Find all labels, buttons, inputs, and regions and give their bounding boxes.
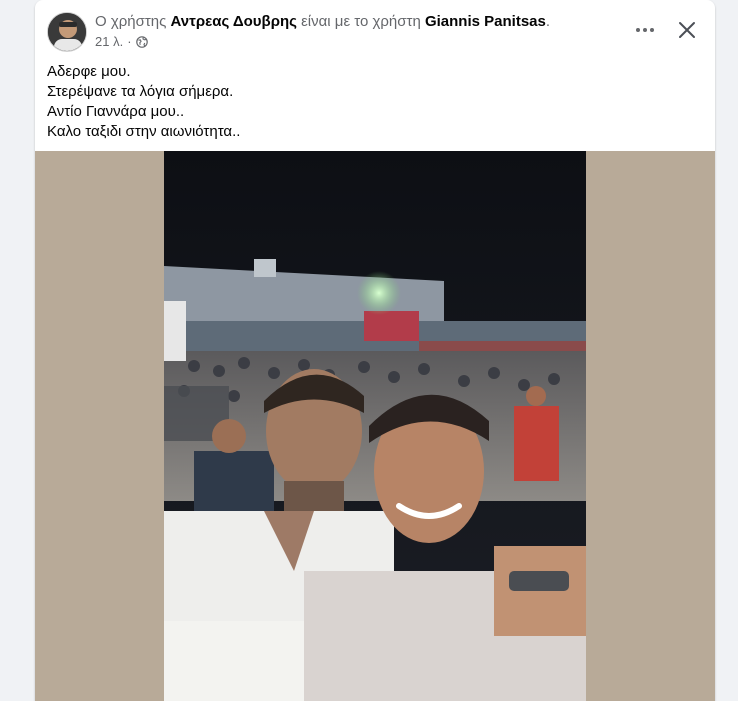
post-line-1: Αδερφε μου. <box>47 63 131 80</box>
avatar-image <box>48 13 86 51</box>
globe-icon[interactable] <box>135 35 148 48</box>
post-photo[interactable] <box>164 151 586 701</box>
post-card: Ο χρήστης Αντρεας Δουβρης είναι με το χρ… <box>35 0 715 701</box>
close-button[interactable] <box>671 14 703 46</box>
tagged-user-link[interactable]: Giannis Panitsas <box>425 13 546 30</box>
post-media[interactable] <box>35 151 715 701</box>
more-options-button[interactable] <box>631 16 659 44</box>
more-options-icon <box>636 28 654 32</box>
author-avatar[interactable] <box>47 12 87 52</box>
author-suffix: . <box>545 13 551 30</box>
post-line-3: Αντίο Γιαννάρα μου.. <box>47 103 185 120</box>
selfie-photo <box>164 151 586 701</box>
close-icon <box>679 22 695 38</box>
timestamp-link[interactable]: 21 λ. <box>95 34 123 49</box>
post-line-4: Καλο ταξιδι στην αιωνιότητα.. <box>47 123 241 140</box>
meta-separator: · <box>127 34 132 49</box>
post-line-2: Στερέψανε τα λόγια σήμερα. <box>47 83 234 100</box>
post-header: Ο χρήστης Αντρεας Δουβρης είναι με το χρ… <box>35 0 715 56</box>
author-line: Ο χρήστης Αντρεας Δουβρης είναι με το χρ… <box>95 13 550 30</box>
feed-page: Ο χρήστης Αντρεας Δουβρης είναι με το χρ… <box>0 0 738 701</box>
with-text: είναι με το χρήστη <box>296 13 425 30</box>
post-message: Αδερφε μου. Στερέψανε τα λόγια σήμερα. Α… <box>47 62 699 142</box>
author-prefix: Ο χρήστης <box>95 13 171 30</box>
post-meta: 21 λ. · <box>95 34 148 49</box>
author-name-link[interactable]: Αντρεας Δουβρης <box>171 13 297 30</box>
